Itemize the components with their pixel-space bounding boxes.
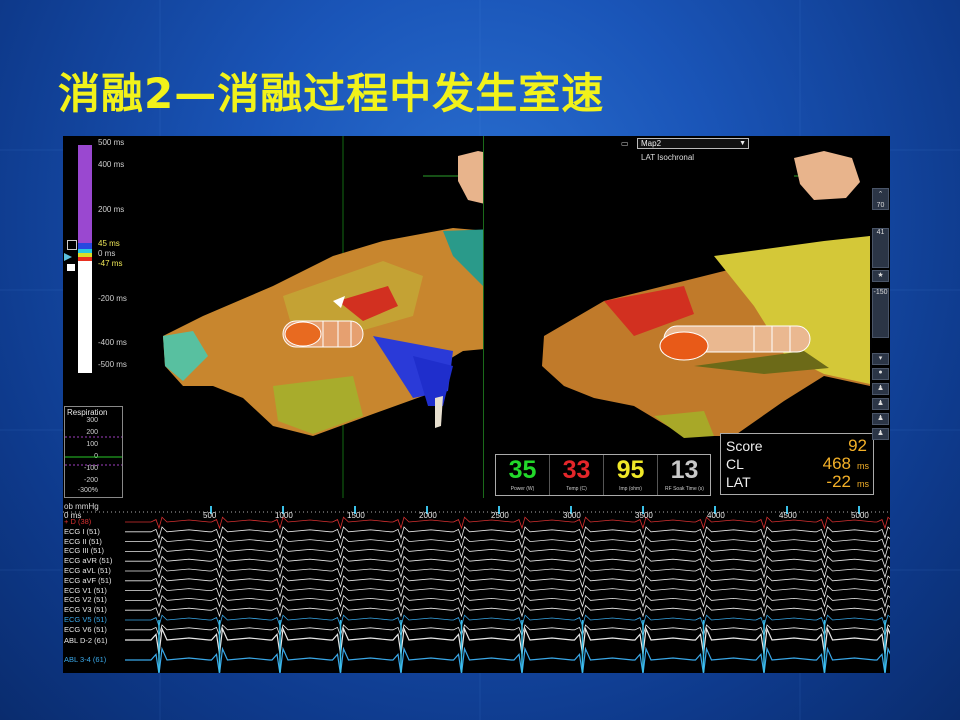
ecg-channel-label: ECG V5 (51) <box>64 615 107 624</box>
ecg-trace <box>125 646 890 673</box>
time-tick-label: 2000 <box>419 511 437 520</box>
metric-power: 35 Power (W) <box>496 455 550 495</box>
ecg-trace <box>125 604 890 618</box>
time-tick-label: 1500 <box>347 511 365 520</box>
ecg-trace <box>125 585 890 598</box>
metric-rf-time: 13 RF Soak Time (s) <box>658 455 711 495</box>
scale-label: -200 ms <box>98 294 127 303</box>
scale-label: -400 ms <box>98 338 127 347</box>
ecg-trace <box>125 624 890 638</box>
scale-label: -47 ms <box>98 259 123 268</box>
ecg-traces[interactable] <box>63 500 890 673</box>
ecg-channel-label: ECG aVR (51) <box>64 556 113 566</box>
body-view-icon[interactable]: ♟ <box>872 428 889 440</box>
score-value: 92 <box>848 436 867 455</box>
ecg-channel-label: ECG II (51) <box>64 536 102 546</box>
time-tick-label: 4500 <box>779 511 797 520</box>
ecg-channel-label: ECG V1 (51) <box>64 585 107 595</box>
metric-value: 13 <box>670 456 699 484</box>
respiration-trace <box>65 436 122 466</box>
ecg-channel-label: ECG V6 (51) <box>64 624 107 634</box>
scale-label: 0 ms <box>98 249 116 258</box>
time-tick-label: 500 <box>203 511 217 520</box>
score-label: Score <box>726 438 763 454</box>
scale-handle-icon[interactable] <box>67 264 75 271</box>
score-panel: Score 92 CL 468 ms LAT -22 ms <box>720 433 874 495</box>
ecg-header: ob mmHg <box>64 502 99 511</box>
lat-label: LAT <box>726 474 751 490</box>
metric-label: Imp (ohm) <box>619 486 642 492</box>
scale-label: 400 ms <box>98 160 125 169</box>
ecg-channel-label: ABL D-2 (61) <box>64 636 108 645</box>
lat-unit: ms <box>857 479 869 489</box>
ecg-channel-label: ECG V2 (51) <box>64 595 107 605</box>
chevron-down-icon: ▼ <box>739 140 746 147</box>
ecg-channel-label: ECG III (51) <box>64 546 105 556</box>
ecg-channel-label: + D (38) <box>64 517 92 526</box>
body-view-icon[interactable]: ♟ <box>872 383 889 395</box>
ecg-channel-label: ECG I (51) <box>64 526 100 536</box>
metric-impedance: 95 Imp (ohm) <box>604 455 658 495</box>
ecg-trace <box>125 565 890 579</box>
ecg-trace <box>125 526 890 540</box>
metric-value: 33 <box>562 456 591 484</box>
ecg-trace <box>125 555 890 569</box>
time-tick-label: 1000 <box>275 511 293 520</box>
map-select-value: Map2 <box>641 139 662 148</box>
ecg-trace <box>125 536 890 549</box>
metric-value: 35 <box>508 456 537 484</box>
metric-label: Temp (C) <box>566 486 587 492</box>
range-control[interactable]: -150 <box>872 288 889 338</box>
time-tick-label: 3000 <box>563 511 581 520</box>
body-view-icon[interactable]: ♟ <box>872 398 889 410</box>
cl-unit: ms <box>857 461 869 471</box>
ecg-trace <box>125 626 890 655</box>
right-toolbar: ⌃ 70 41 ★ -150 ▾ ● ♟ ♟ ♟ ♟ <box>871 188 890 498</box>
ecg-channel-label: ABL 3-4 (61) <box>64 655 107 664</box>
eye-icon[interactable]: ● <box>872 368 889 380</box>
mapping-system-screen: 500 ms 400 ms 200 ms 45 ms 0 ms -47 ms -… <box>63 136 890 673</box>
zoom-control[interactable]: ⌃ 70 <box>872 188 889 210</box>
scale-label: 500 ms <box>98 138 125 147</box>
time-tick-label: 5000 <box>851 511 869 520</box>
cl-label: CL <box>726 456 744 472</box>
map-icon[interactable]: ▭ <box>621 139 629 148</box>
map-subtitle: LAT Isochronal <box>641 153 695 162</box>
ablation-metrics-panel: 35 Power (W) 33 Temp (C) 95 Imp (ohm) 13… <box>495 454 711 496</box>
cl-value: 468 <box>822 454 851 473</box>
metric-label: Power (W) <box>510 486 535 492</box>
time-tick-label: 4000 <box>707 511 725 520</box>
ecg-channel-label: ECG aVF (51) <box>64 575 112 585</box>
body-view-icon[interactable]: ♟ <box>872 413 889 425</box>
slide-title: 消融2—消融过程中发生室速 <box>58 69 605 118</box>
chevron-down-icon[interactable]: ▾ <box>872 353 889 365</box>
slider-control[interactable]: 41 <box>872 228 889 268</box>
map-select-dropdown[interactable]: Map2 ▼ <box>637 138 749 149</box>
scale-label: 45 ms <box>98 239 120 248</box>
scale-label: 200 ms <box>98 205 125 214</box>
ecg-channel-label: ECG aVL (51) <box>64 566 111 575</box>
ecg-trace <box>125 575 890 589</box>
ecg-trace <box>125 614 890 628</box>
scale-label: -500 ms <box>98 360 127 369</box>
respiration-panel: Respiration 300 200 100 0 -100 -200 -300… <box>64 406 123 498</box>
metric-temperature: 33 Temp (C) <box>550 455 604 495</box>
metric-value: 95 <box>616 456 645 484</box>
scale-marker-icon[interactable] <box>64 253 72 261</box>
star-icon[interactable]: ★ <box>872 270 889 282</box>
lat-value: -22 <box>826 472 851 491</box>
time-tick-label: 2500 <box>491 511 509 520</box>
ecg-trace <box>125 545 890 559</box>
ecg-trace <box>125 594 890 608</box>
metric-label: RF Soak Time (s) <box>665 486 704 492</box>
lat-color-scale[interactable] <box>78 145 92 373</box>
scale-handle-icon[interactable] <box>67 240 77 250</box>
ecg-channel-label: ECG V3 (51) <box>64 605 107 615</box>
left-3d-map[interactable] <box>123 136 483 498</box>
time-tick-label: 3500 <box>635 511 653 520</box>
